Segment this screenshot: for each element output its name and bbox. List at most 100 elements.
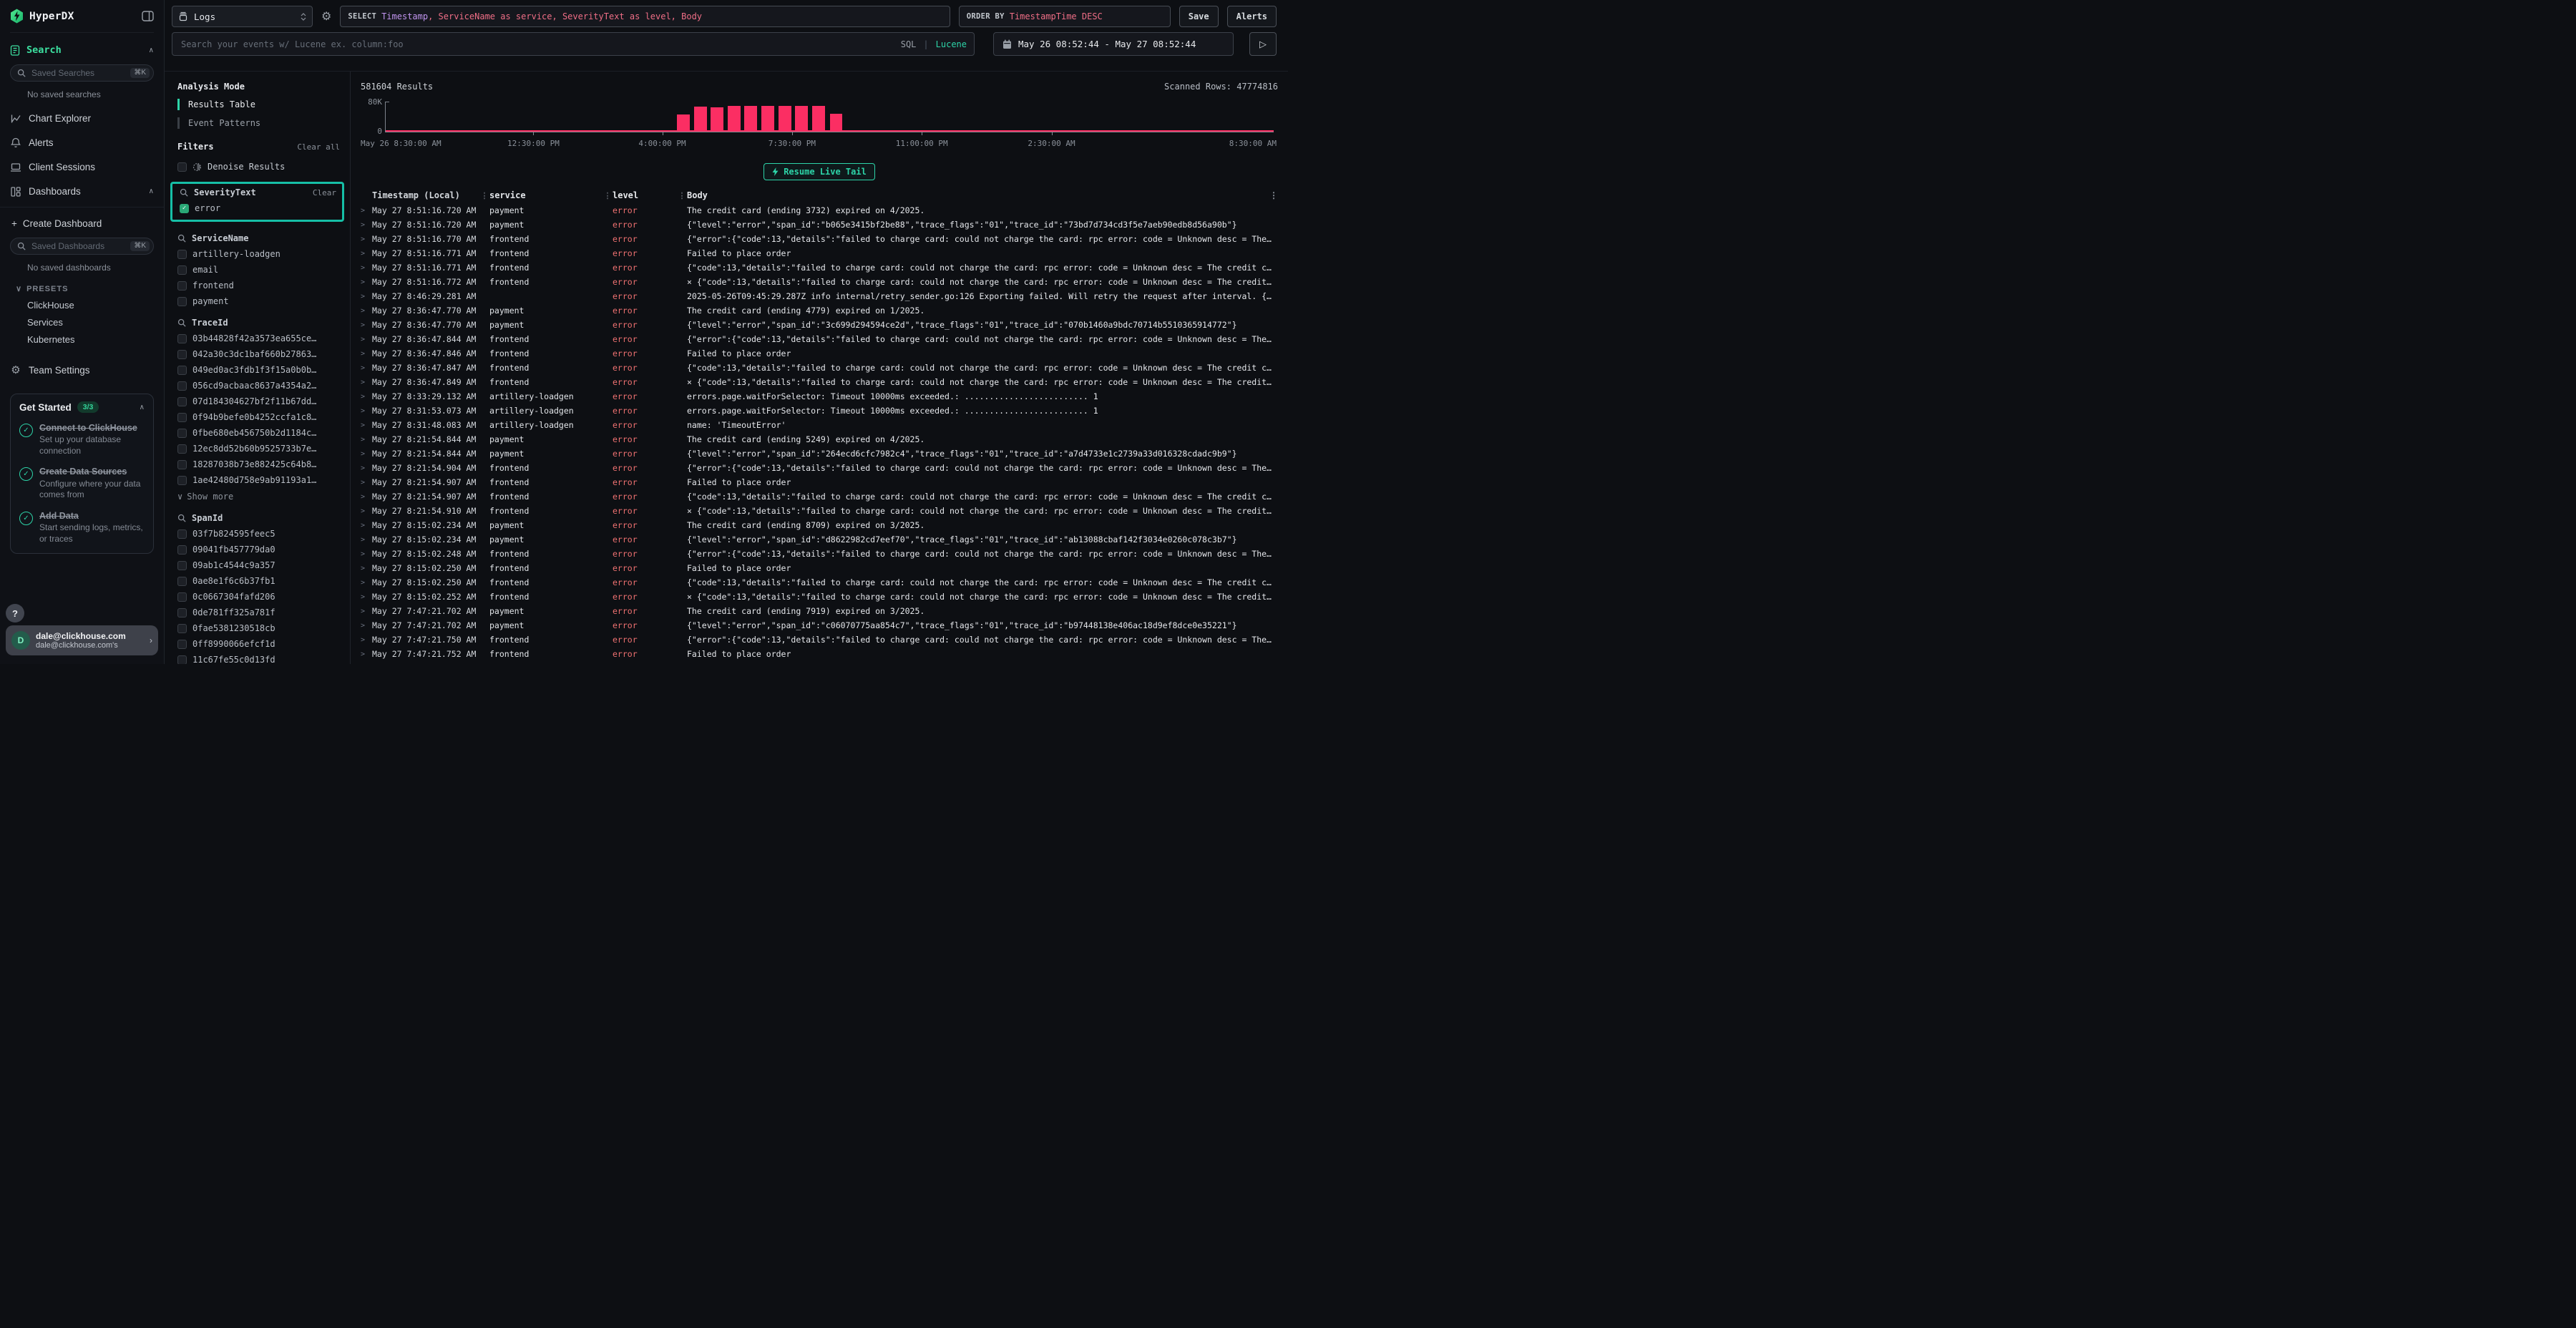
column-resize-handle[interactable]: ⋮	[677, 191, 687, 200]
checkbox[interactable]	[177, 561, 187, 570]
checkbox[interactable]	[177, 397, 187, 406]
table-row[interactable]: >May 27 7:47:21.702 AMpaymenterrorThe cr…	[361, 604, 1278, 618]
checkbox[interactable]	[177, 265, 187, 275]
checkbox[interactable]: ✓	[180, 204, 189, 213]
get-started-step[interactable]: ✓ Add Data Start sending logs, metrics, …	[19, 510, 145, 545]
saved-searches-field[interactable]	[30, 67, 126, 79]
facet-value-email[interactable]: email	[177, 265, 340, 275]
event-search-input[interactable]	[180, 39, 894, 50]
table-row[interactable]: >May 27 8:15:02.252 AMfrontenderror× {"c…	[361, 590, 1278, 604]
sidebar-item-dashboards[interactable]: Dashboards ∧	[10, 186, 154, 197]
checkbox[interactable]	[177, 608, 187, 617]
checkbox[interactable]	[177, 545, 187, 555]
facet-value-056cd9acbaac8637a4354a2-[interactable]: 056cd9acbaac8637a4354a2…	[177, 381, 340, 391]
row-expand-chevron-icon[interactable]: >	[361, 421, 372, 429]
facet-value-0f94b9befe0b4252ccfa1c8-[interactable]: 0f94b9befe0b4252ccfa1c8…	[177, 412, 340, 422]
analysis-mode-results-table[interactable]: Results Table	[177, 99, 340, 110]
facet-value-03f7b824595feec5[interactable]: 03f7b824595feec5	[177, 529, 340, 539]
event-search-bar[interactable]: SQL | Lucene	[172, 32, 975, 56]
table-row[interactable]: >May 27 7:47:21.752 AMfrontenderrorFaile…	[361, 647, 1278, 661]
row-expand-chevron-icon[interactable]: >	[361, 207, 372, 215]
get-started-step[interactable]: ✓ Create Data Sources Configure where yo…	[19, 466, 145, 500]
checkbox[interactable]	[177, 577, 187, 586]
row-expand-chevron-icon[interactable]: >	[361, 622, 372, 630]
histogram-bar[interactable]	[711, 107, 723, 132]
saved-dashboards-input[interactable]: ⌘K	[10, 238, 154, 255]
table-row[interactable]: >May 27 8:21:54.904 AMfrontenderror{"err…	[361, 461, 1278, 475]
facet-value-07d184304627bf2f11b67dd-[interactable]: 07d184304627bf2f11b67dd…	[177, 396, 340, 406]
checkbox[interactable]	[177, 592, 187, 602]
table-row[interactable]: >May 27 8:31:53.073 AMartillery-loadgene…	[361, 404, 1278, 418]
table-row[interactable]: >May 27 8:36:47.770 AMpaymenterror{"leve…	[361, 318, 1278, 332]
col-header-level[interactable]: level	[613, 190, 677, 200]
table-row[interactable]: >May 27 8:46:29.281 AMerror2025-05-26T09…	[361, 289, 1278, 303]
table-row[interactable]: >May 27 8:36:47.846 AMfrontenderrorFaile…	[361, 346, 1278, 361]
histogram-bar[interactable]	[677, 114, 690, 132]
table-row[interactable]: >May 27 8:15:02.248 AMfrontenderror{"err…	[361, 547, 1278, 561]
analysis-mode-event-patterns[interactable]: Event Patterns	[177, 117, 340, 129]
histogram-bar[interactable]	[761, 106, 774, 132]
table-row[interactable]: >May 27 8:21:54.910 AMfrontenderror× {"c…	[361, 504, 1278, 518]
table-row[interactable]: >May 27 8:36:47.770 AMpaymenterrorThe cr…	[361, 303, 1278, 318]
row-expand-chevron-icon[interactable]: >	[361, 221, 372, 229]
row-expand-chevron-icon[interactable]: >	[361, 307, 372, 315]
sidebar-item-client-sessions[interactable]: Client Sessions	[10, 162, 154, 172]
table-row[interactable]: >May 27 8:15:02.250 AMfrontenderror{"cod…	[361, 575, 1278, 590]
facet-value-09ab1c4544c9a357[interactable]: 09ab1c4544c9a357	[177, 560, 340, 570]
histogram-bar[interactable]	[694, 107, 707, 132]
checkbox[interactable]	[177, 162, 187, 172]
checkbox[interactable]	[177, 297, 187, 306]
facet-value-049ed0ac3fdb1f3f15a0b0b-[interactable]: 049ed0ac3fdb1f3f15a0b0b…	[177, 365, 340, 375]
row-expand-chevron-icon[interactable]: >	[361, 450, 372, 458]
saved-searches-input[interactable]: ⌘K	[10, 64, 154, 82]
row-expand-chevron-icon[interactable]: >	[361, 379, 372, 386]
table-row[interactable]: >May 27 8:21:54.844 AMpaymenterror{"leve…	[361, 446, 1278, 461]
source-settings-gear-icon[interactable]: ⚙	[321, 6, 331, 27]
facet-value-11c67fe55c0d13fd[interactable]: 11c67fe55c0d13fd	[177, 655, 340, 664]
checkbox[interactable]	[177, 460, 187, 469]
facet-value-payment[interactable]: payment	[177, 296, 340, 306]
checkbox[interactable]	[177, 381, 187, 391]
row-expand-chevron-icon[interactable]: >	[361, 293, 372, 301]
facet-value-0fbe680eb456750b2d1184c-[interactable]: 0fbe680eb456750b2d1184c…	[177, 428, 340, 438]
histogram-bar[interactable]	[812, 106, 825, 132]
table-row[interactable]: >May 27 8:51:16.770 AMfrontenderror{"err…	[361, 232, 1278, 246]
mode-lucene-toggle[interactable]: Lucene	[936, 39, 967, 49]
clear-all-button[interactable]: Clear all	[297, 142, 340, 152]
row-expand-chevron-icon[interactable]: >	[361, 250, 372, 258]
order-by-input[interactable]: ORDER BY TimestampTime DESC	[959, 6, 1171, 27]
facet-value-0c0667304fafd206[interactable]: 0c0667304fafd206	[177, 592, 340, 602]
checkbox[interactable]	[177, 624, 187, 633]
table-row[interactable]: >May 27 8:21:54.907 AMfrontenderrorFaile…	[361, 475, 1278, 489]
histogram-plot[interactable]	[385, 102, 1274, 132]
row-expand-chevron-icon[interactable]: >	[361, 522, 372, 529]
row-expand-chevron-icon[interactable]: >	[361, 336, 372, 343]
row-expand-chevron-icon[interactable]: >	[361, 393, 372, 401]
sidebar-item-kubernetes[interactable]: Kubernetes	[27, 334, 154, 345]
alerts-button[interactable]: Alerts	[1227, 6, 1277, 27]
facet-value-0fae5381230518cb[interactable]: 0fae5381230518cb	[177, 623, 340, 633]
checkbox[interactable]	[177, 250, 187, 259]
checkbox[interactable]	[177, 413, 187, 422]
column-resize-handle[interactable]: ⋮	[479, 191, 489, 200]
table-row[interactable]: >May 27 8:51:16.771 AMfrontenderror{"cod…	[361, 260, 1278, 275]
histogram-bar[interactable]	[744, 106, 757, 132]
checkbox[interactable]	[177, 334, 187, 343]
select-clause-input[interactable]: SELECT Timestamp, ServiceName as service…	[340, 6, 950, 27]
chevron-up-icon[interactable]: ∧	[140, 404, 145, 411]
facet-value-18287038b73e882425c64b8-[interactable]: 18287038b73e882425c64b8…	[177, 459, 340, 469]
table-row[interactable]: >May 27 8:15:02.234 AMpaymenterror{"leve…	[361, 532, 1278, 547]
col-header-service[interactable]: service	[489, 190, 602, 200]
row-expand-chevron-icon[interactable]: >	[361, 607, 372, 615]
denoise-results-checkbox[interactable]: Denoise Results	[177, 162, 340, 172]
checkbox[interactable]	[177, 640, 187, 649]
run-query-button[interactable]: ▷	[1249, 32, 1277, 56]
sidebar-item-clickhouse[interactable]: ClickHouse	[27, 300, 154, 311]
sidebar-item-alerts[interactable]: Alerts	[10, 137, 154, 148]
checkbox[interactable]	[177, 476, 187, 485]
facet-value-error[interactable]: ✓error	[180, 203, 336, 213]
checkbox[interactable]	[177, 429, 187, 438]
table-row[interactable]: >May 27 8:15:02.250 AMfrontenderrorFaile…	[361, 561, 1278, 575]
table-row[interactable]: >May 27 8:51:16.720 AMpaymenterrorThe cr…	[361, 203, 1278, 218]
sidebar-item-services[interactable]: Services	[27, 317, 154, 328]
